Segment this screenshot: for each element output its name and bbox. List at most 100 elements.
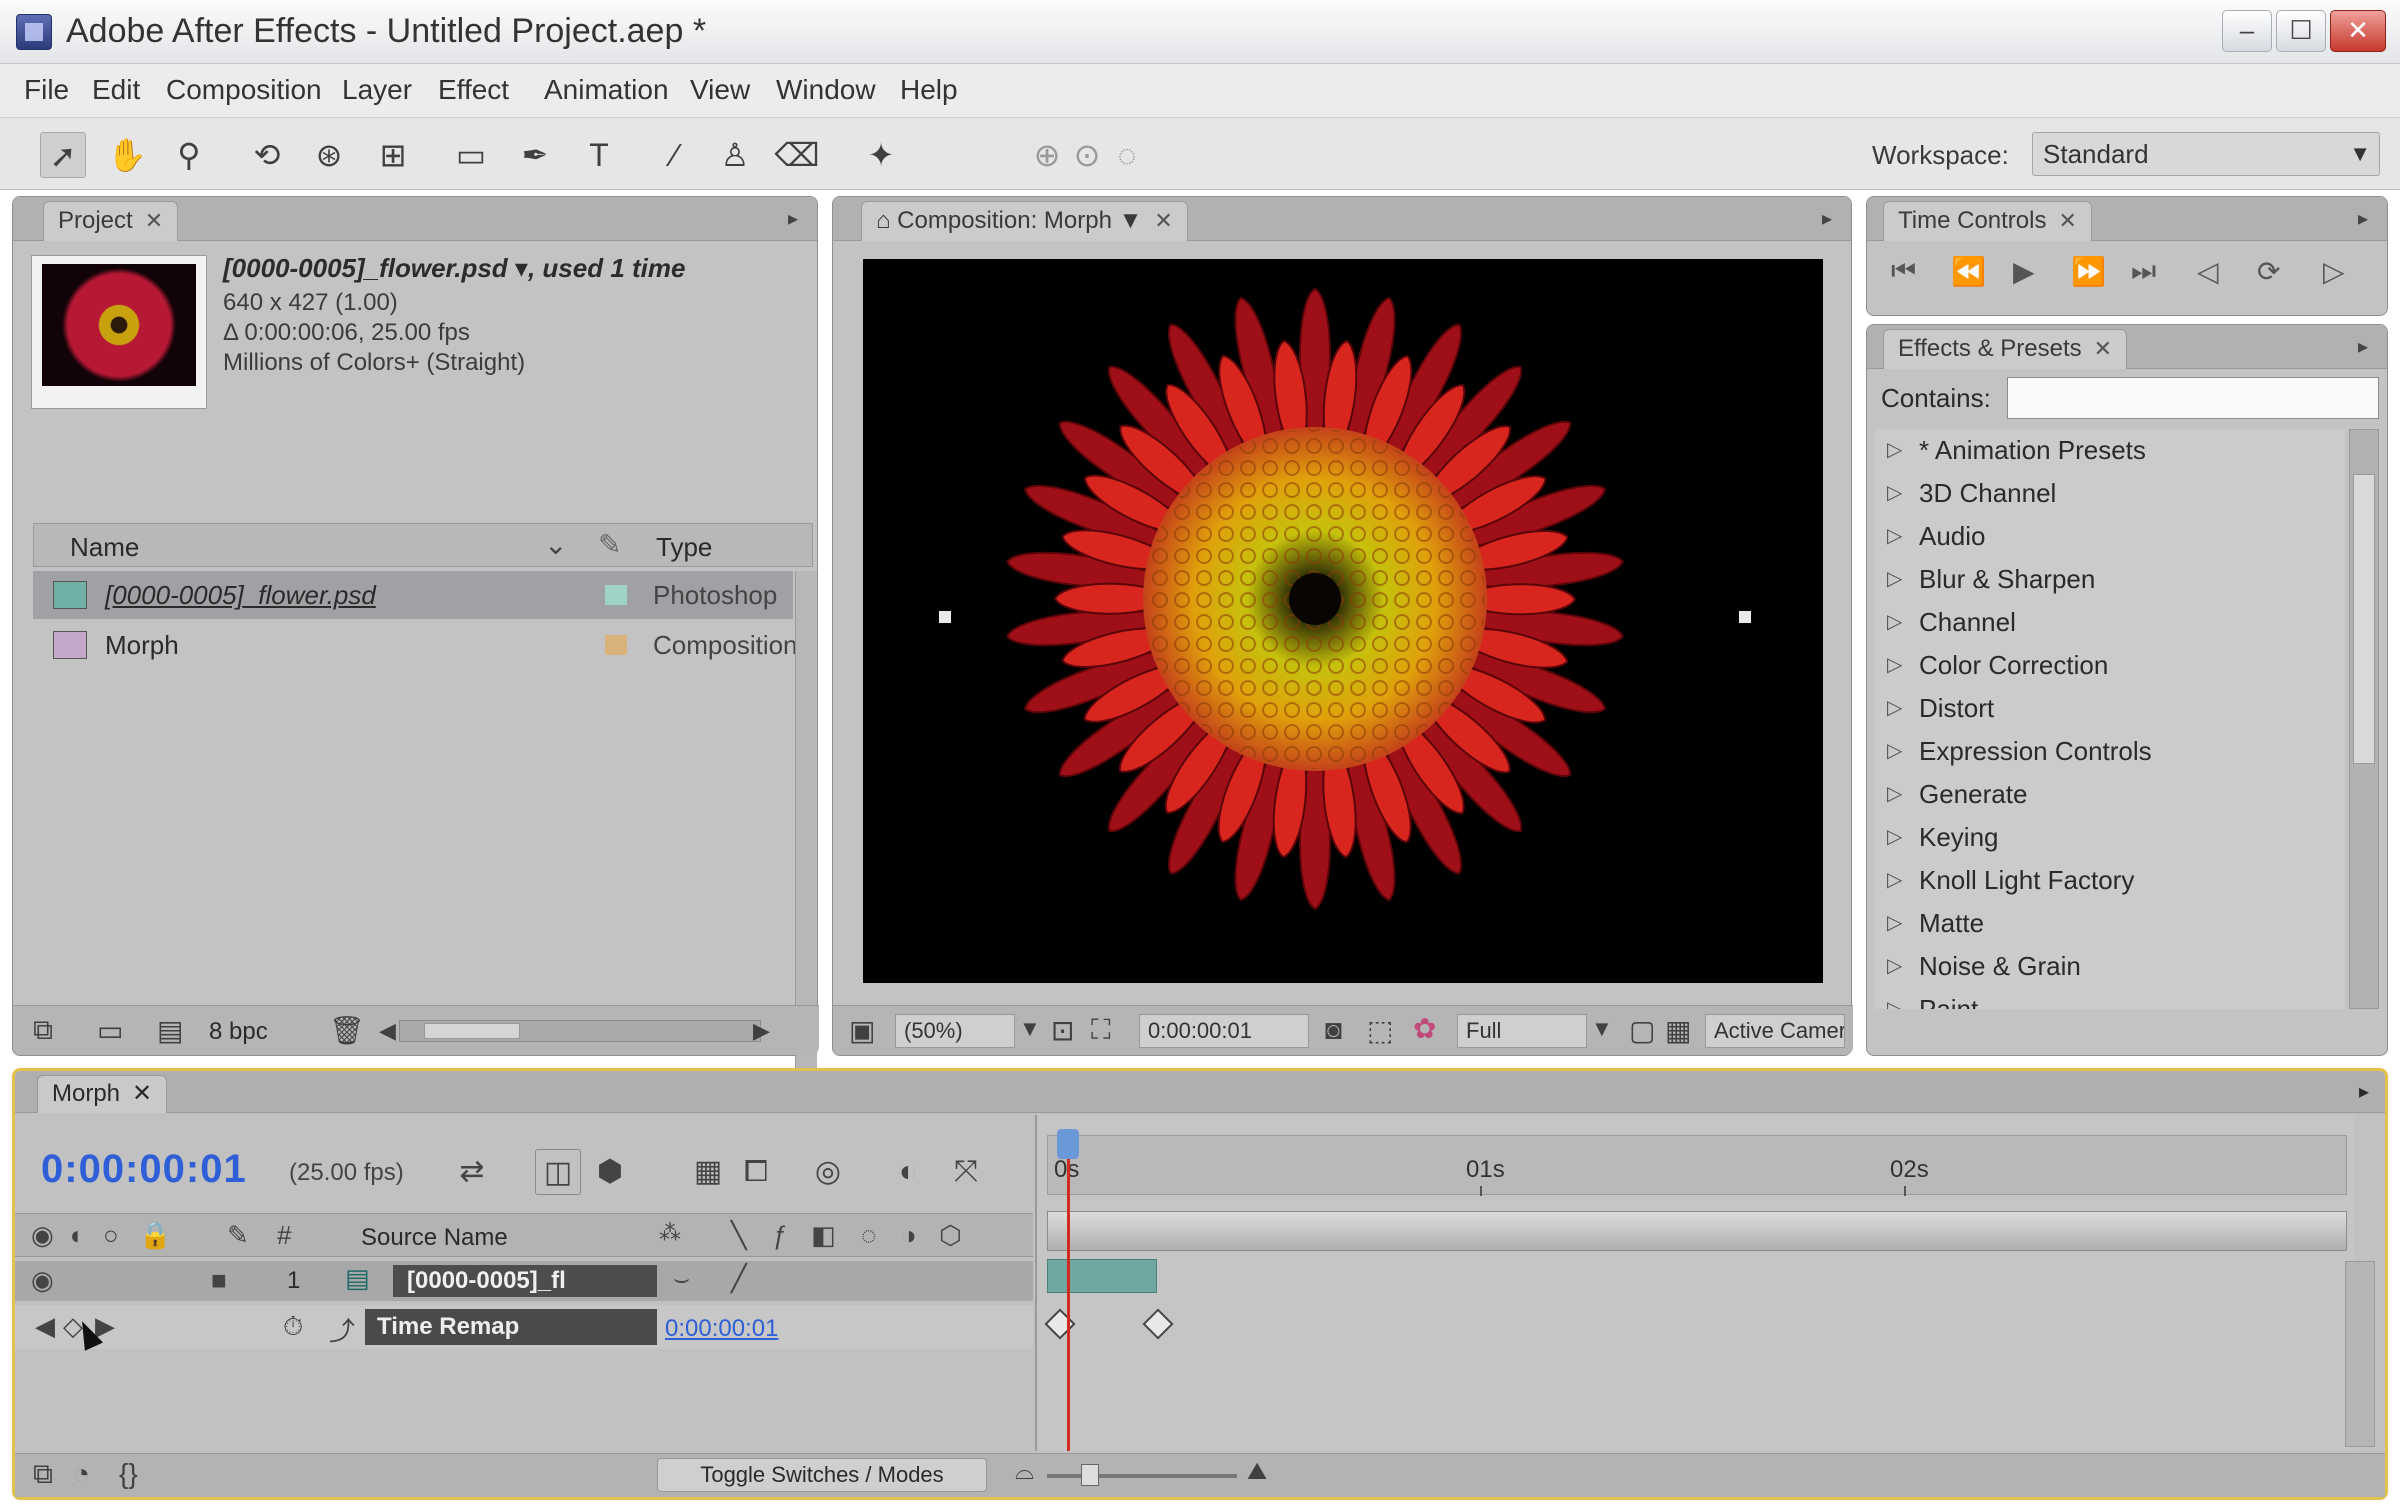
draft-3d-icon[interactable]: ⬢ <box>587 1149 633 1195</box>
comp-handle-left[interactable] <box>939 611 951 623</box>
sort-arrow-icon[interactable]: ⌄ <box>544 528 567 561</box>
transparency-grid-icon[interactable]: ▦ <box>1665 1014 1691 1047</box>
panel-menu-icon[interactable]: ▸ <box>1813 205 1841 233</box>
quality-switch-icon[interactable]: ╲ <box>731 1220 747 1251</box>
expand-triangle-icon[interactable]: ▷ <box>1887 601 1902 644</box>
expand-triangle-icon[interactable]: ▷ <box>1887 816 1902 859</box>
toggle-switches-modes-button[interactable]: Toggle Switches / Modes <box>657 1458 987 1492</box>
play-icon[interactable]: ▶ <box>2013 255 2035 288</box>
graph-editor-icon[interactable]: ⤧ <box>943 1149 989 1195</box>
scrollbar-thumb[interactable] <box>424 1023 520 1039</box>
menu-animation[interactable]: Animation <box>544 74 669 106</box>
layer-row[interactable]: ◉ ■ 1 ▤ [0000-0005]_fl ⌣ ╱ <box>15 1261 1033 1301</box>
frame-blend-switch-icon[interactable]: ◧ <box>811 1220 836 1251</box>
property-name[interactable]: Time Remap <box>365 1309 657 1345</box>
zoom-in-icon[interactable]: ⛰ <box>1247 1458 1267 1486</box>
3d-layer-icon[interactable]: ⬡ <box>939 1220 962 1251</box>
playhead-handle[interactable] <box>1057 1129 1079 1159</box>
motion-blur-switch-icon[interactable]: ◌ <box>861 1220 876 1251</box>
expand-triangle-icon[interactable]: ▷ <box>1887 945 1902 988</box>
chevron-down-icon[interactable]: ▼ <box>1591 1016 1613 1042</box>
bit-depth-button[interactable]: 8 bpc <box>209 1018 268 1046</box>
timeline-current-time[interactable]: 0:00:00:01 <box>41 1147 247 1192</box>
label-color-swatch[interactable] <box>605 635 627 655</box>
scroll-right-icon[interactable]: ▶ <box>753 1018 770 1044</box>
expand-triangle-icon[interactable]: ▷ <box>1887 988 1902 1009</box>
prev-frame-icon[interactable]: ⏪ <box>1951 255 1986 288</box>
ram-preview-icon[interactable]: ▷ <box>2323 255 2345 288</box>
mask-visibility-icon[interactable]: ⛶ <box>1091 1014 1111 1047</box>
shy-switch-icon[interactable]: ⌣ <box>673 1263 690 1295</box>
orbit-camera-icon[interactable]: ⊛ <box>306 132 352 178</box>
timeline-zoom-slider[interactable] <box>1047 1474 1237 1478</box>
scrollbar-thumb[interactable] <box>2353 474 2375 764</box>
close-icon[interactable]: ✕ <box>2094 336 2112 361</box>
resolution-select[interactable]: Full <box>1457 1014 1587 1048</box>
new-composition-icon[interactable]: ▤ <box>157 1014 183 1047</box>
always-preview-icon[interactable]: ▣ <box>849 1014 875 1047</box>
effect-category[interactable]: ▷ Expression Controls <box>1875 730 2345 773</box>
property-value[interactable]: 0:00:00:01 <box>665 1315 778 1343</box>
tab-timeline-morph[interactable]: Morph ✕ <box>37 1075 168 1113</box>
prev-keyframe-icon[interactable]: ◀ <box>35 1311 55 1342</box>
effect-category[interactable]: ▷ 3D Channel <box>1875 472 2345 515</box>
lock-icon[interactable]: 🔒 <box>139 1220 171 1251</box>
rotation-tool-icon[interactable]: ⟲ <box>244 132 290 178</box>
menu-window[interactable]: Window <box>776 74 876 106</box>
expand-triangle-icon[interactable]: ▷ <box>1887 859 1902 902</box>
live-update-icon[interactable]: ◫ <box>535 1149 581 1195</box>
audio-icon[interactable]: ◁ <box>2197 255 2219 288</box>
workspace-select[interactable]: Standard ▼ <box>2032 132 2380 176</box>
playhead-line[interactable] <box>1067 1131 1070 1451</box>
magnification-select[interactable]: (50%) <box>895 1014 1015 1048</box>
effect-category[interactable]: ▷ Color Correction <box>1875 644 2345 687</box>
label-column-icon[interactable]: ✎ <box>598 528 621 561</box>
tab-time-controls[interactable]: Time Controls ✕ <box>1883 201 2092 241</box>
close-icon[interactable]: ✕ <box>132 1080 152 1107</box>
layer-duration-bar[interactable] <box>1047 1259 1157 1293</box>
layer-name[interactable]: [0000-0005]_fl <box>393 1265 657 1297</box>
shy-switch-icon[interactable]: ⁂ <box>659 1220 681 1246</box>
work-area-bar[interactable] <box>1047 1211 2347 1251</box>
tab-effects-presets[interactable]: Effects & Presets ✕ <box>1883 329 2128 369</box>
expand-triangle-icon[interactable]: ▷ <box>1887 558 1902 601</box>
menu-effect[interactable]: Effect <box>438 74 509 106</box>
expand-triangle-icon[interactable]: ▷ <box>1887 773 1902 816</box>
trash-icon[interactable]: 🗑 <box>329 1014 365 1047</box>
hide-shy-layers-icon[interactable]: ▦ <box>685 1149 731 1195</box>
brush-tool-icon[interactable]: ∕ <box>652 132 698 178</box>
expand-modes-icon[interactable]: ◔ <box>73 1458 90 1490</box>
pen-tool-icon[interactable]: ✒ <box>512 132 558 178</box>
tab-composition[interactable]: ⌂ Composition: Morph ▼ ✕ <box>861 201 1188 241</box>
effects-scrollbar[interactable] <box>2349 429 2379 1009</box>
effect-category[interactable]: ▷ Noise & Grain <box>1875 945 2345 988</box>
selection-tool-icon[interactable]: ➚ <box>40 132 86 178</box>
effect-category[interactable]: ▷ Audio <box>1875 515 2345 558</box>
lock-icon[interactable]: ⌂ <box>876 207 891 234</box>
stopwatch-icon[interactable]: ⏱ <box>283 1311 303 1343</box>
keyframe-marker[interactable] <box>1044 1308 1076 1340</box>
expand-triangle-icon[interactable]: ▷ <box>1887 644 1902 687</box>
rectangle-tool-icon[interactable]: ▭ <box>448 132 494 178</box>
panel-menu-icon[interactable]: ▸ <box>2349 333 2377 361</box>
zoom-out-icon[interactable]: ⌓ <box>1015 1458 1034 1486</box>
timeline-zoom-knob[interactable] <box>1081 1464 1099 1486</box>
panel-menu-icon[interactable]: ▸ <box>2349 205 2377 233</box>
label-icon[interactable]: ✎ <box>227 1220 249 1251</box>
expand-triangle-icon[interactable]: ▷ <box>1887 902 1902 945</box>
pan-behind-icon[interactable]: ⊞ <box>370 132 416 178</box>
safe-margins-icon[interactable]: ⊡ <box>1051 1014 1074 1047</box>
effect-category[interactable]: ▷ Distort <box>1875 687 2345 730</box>
effect-category[interactable]: ▷ Matte <box>1875 902 2345 945</box>
keyframe-marker[interactable] <box>1142 1308 1174 1340</box>
comp-handle-right[interactable] <box>1739 611 1751 623</box>
menu-edit[interactable]: Edit <box>92 74 140 106</box>
eye-icon[interactable]: ◉ <box>31 1265 54 1296</box>
effect-switch-icon[interactable]: ƒ <box>773 1220 787 1251</box>
zoom-tool-icon[interactable]: ⚲ <box>166 132 212 178</box>
expand-triangle-icon[interactable]: ▷ <box>1887 687 1902 730</box>
expand-triangle-icon[interactable]: ▷ <box>1887 515 1902 558</box>
expand-triangle-icon[interactable]: ▷ <box>1887 472 1902 515</box>
effect-category[interactable]: ▷ * Animation Presets <box>1875 429 2345 472</box>
composition-mini-flowchart-icon[interactable]: ⇄ <box>449 1149 495 1195</box>
